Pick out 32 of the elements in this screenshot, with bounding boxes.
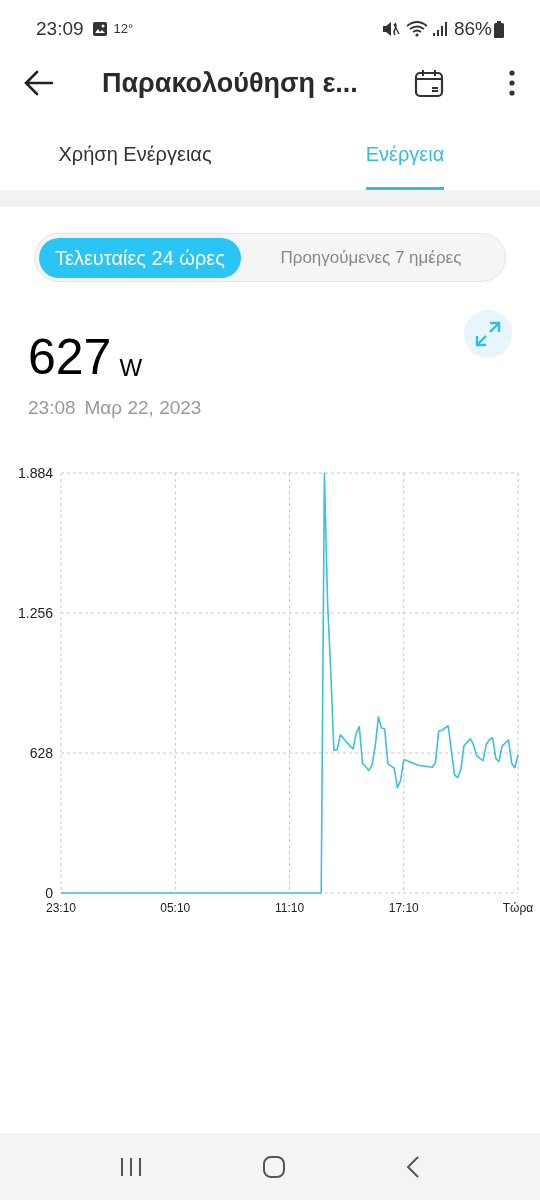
recent-apps-icon[interactable] <box>120 1156 142 1177</box>
y-axis-label: 1.256 <box>17 604 53 621</box>
wifi-icon <box>405 20 428 38</box>
y-axis-label: 628 <box>29 744 53 761</box>
power-unit: W <box>119 354 143 382</box>
mute-icon <box>381 21 400 37</box>
home-icon[interactable] <box>262 1154 286 1179</box>
x-axis-label: 05:10 <box>160 900 191 915</box>
x-axis-label: 23:10 <box>46 900 76 915</box>
signal-icon <box>431 21 448 37</box>
more-options-icon[interactable] <box>508 69 516 97</box>
y-axis-label: 0 <box>45 884 53 901</box>
reading-time: 23:08 <box>28 396 76 420</box>
calendar-icon[interactable] <box>414 68 444 98</box>
range-option[interactable]: Προηγούμενες 7 ημέρες <box>240 237 501 278</box>
temperature: 12° <box>113 20 134 39</box>
image-icon <box>91 21 108 37</box>
x-axis-label: 11:10 <box>274 900 305 915</box>
back-arrow-icon[interactable] <box>24 70 54 96</box>
power-value: 627 <box>28 332 112 382</box>
screen-title: Παρακολούθηση ε... <box>102 66 358 100</box>
range-option[interactable]: Τελευταίες 24 ώρες <box>39 237 241 278</box>
y-axis-label: 1.884 <box>17 464 53 481</box>
tab[interactable]: Χρήση Ενέργειας <box>58 139 212 190</box>
back-icon[interactable] <box>406 1155 420 1178</box>
battery-icon <box>494 20 504 38</box>
reading-date: Μαρ 22, 2023 <box>84 396 202 420</box>
clock: 23:09 <box>36 16 84 41</box>
battery-percentage: 86% <box>453 16 492 41</box>
expand-icon <box>475 321 501 347</box>
x-axis-label: Τώρα <box>502 900 534 915</box>
x-axis-label: 17:10 <box>388 900 419 915</box>
